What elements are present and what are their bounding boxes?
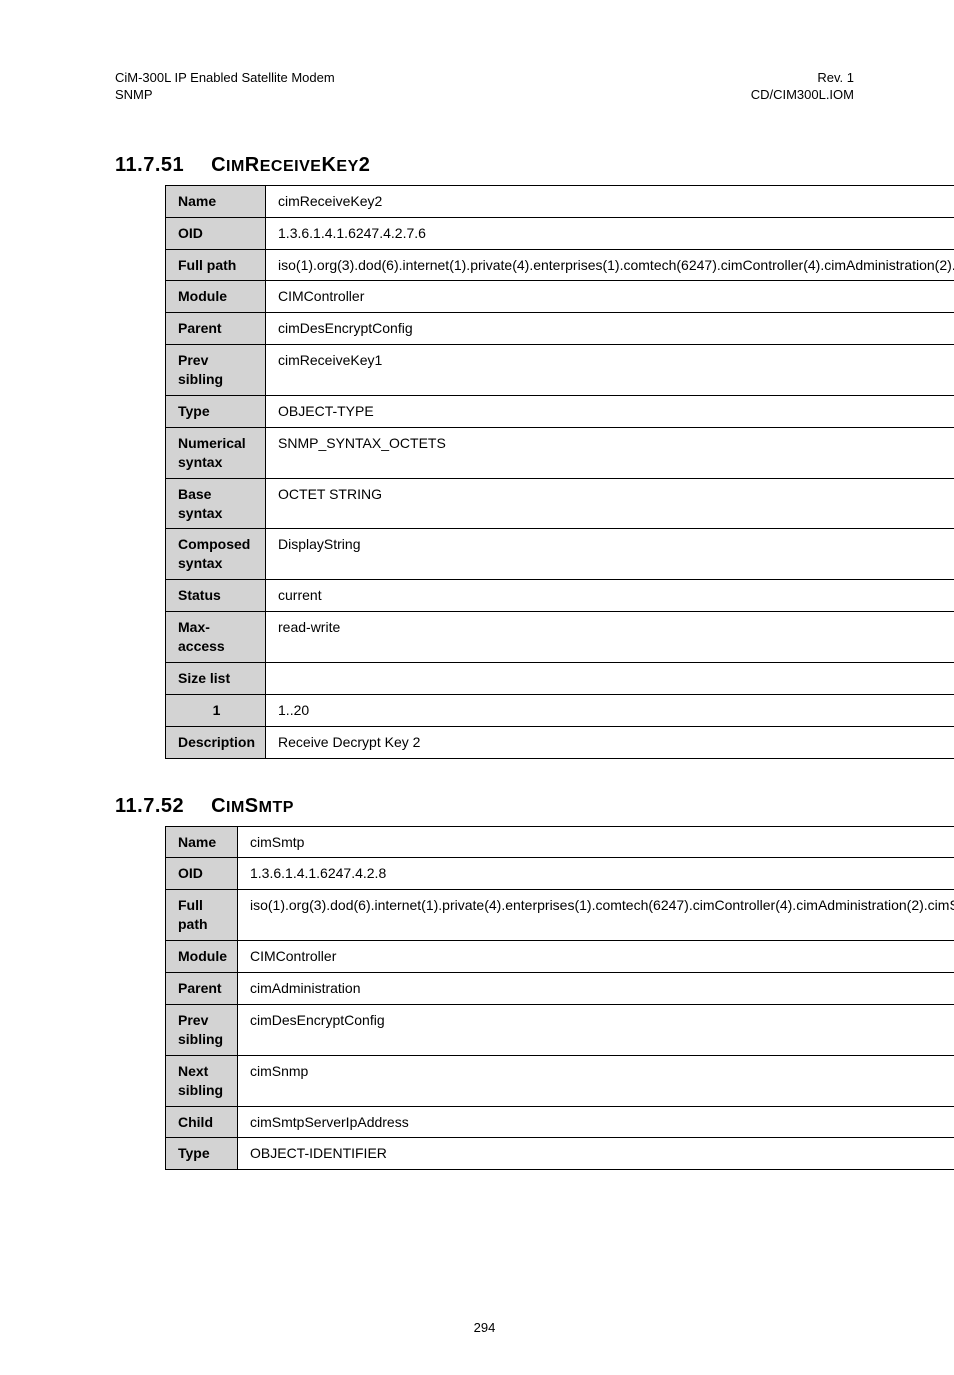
row-label: Full path [166,890,238,941]
row-value: OBJECT-TYPE [266,396,954,428]
table-row: DescriptionReceive Decrypt Key 2 [166,726,954,758]
table-row: ModuleCIMController [166,281,954,313]
table-row: ParentcimDesEncryptConfig [166,313,954,345]
row-value: CIMController [266,281,954,313]
table-row: Composed syntaxDisplayString [166,529,954,580]
row-value: read-write [266,612,954,663]
row-value: cimSmtpServerIpAddress [238,1106,954,1138]
row-value: 1.3.6.1.4.1.6247.4.2.8 [238,858,954,890]
page-header: CiM-300L IP Enabled Satellite Modem SNMP… [115,70,854,104]
table-row: Base syntaxOCTET STRING [166,478,954,529]
table-row: ParentcimAdministration [166,973,954,1005]
row-value: iso(1).org(3).dod(6).internet(1).private… [238,890,954,941]
header-left-line2: SNMP [115,87,335,104]
table-row: Prev siblingcimReceiveKey1 [166,345,954,396]
section-number: 11.7.52 [115,795,205,818]
table-row: ModuleCIMController [166,941,954,973]
table-row: Max-accessread-write [166,612,954,663]
table-row: Statuscurrent [166,580,954,612]
header-right-line1: Rev. 1 [751,70,854,87]
section-title: CIMRECEIVEKEY2 [211,154,370,176]
table-row: Next siblingcimSnmp [166,1055,954,1106]
row-label: Parent [166,313,266,345]
row-label: Prev sibling [166,345,266,396]
table-row: TypeOBJECT-IDENTIFIER [166,1138,954,1170]
row-label: Next sibling [166,1055,238,1106]
row-label: Base syntax [166,478,266,529]
row-label: Name [166,826,238,858]
row-value [266,662,954,694]
definition-table: NamecimSmtpOID1.3.6.1.4.1.6247.4.2.8Full… [165,826,954,1171]
row-label: Module [166,941,238,973]
table-row: Full pathiso(1).org(3).dod(6).internet(1… [166,890,954,941]
table-row: ChildcimSmtpServerIpAddress [166,1106,954,1138]
row-value: SNMP_SYNTAX_OCTETS [266,427,954,478]
row-label: Type [166,1138,238,1170]
row-label: Type [166,396,266,428]
row-value: cimSmtp [238,826,954,858]
row-label: OID [166,217,266,249]
row-label: Parent [166,973,238,1005]
row-label: Module [166,281,266,313]
row-label: Name [166,185,266,217]
row-label: Status [166,580,266,612]
row-value: 1.3.6.1.4.1.6247.4.2.7.6 [266,217,954,249]
row-value: current [266,580,954,612]
definition-table: NamecimReceiveKey2OID1.3.6.1.4.1.6247.4.… [165,185,954,759]
header-left: CiM-300L IP Enabled Satellite Modem SNMP [115,70,335,104]
row-value: cimDesEncryptConfig [266,313,954,345]
table-row: Size list [166,662,954,694]
row-label: Full path [166,249,266,281]
row-value: cimReceiveKey1 [266,345,954,396]
table-row: Prev siblingcimDesEncryptConfig [166,1004,954,1055]
table-row: OID1.3.6.1.4.1.6247.4.2.7.6 [166,217,954,249]
row-label: Child [166,1106,238,1138]
row-label: Description [166,726,266,758]
row-label: Numerical syntax [166,427,266,478]
row-value: 1..20 [266,694,954,726]
row-label: OID [166,858,238,890]
row-value: cimReceiveKey2 [266,185,954,217]
table-row: OID1.3.6.1.4.1.6247.4.2.8 [166,858,954,890]
section-title: CIMSMTP [211,795,294,817]
row-value: DisplayString [266,529,954,580]
section-number: 11.7.51 [115,154,205,177]
row-label: Prev sibling [166,1004,238,1055]
row-value: cimDesEncryptConfig [238,1004,954,1055]
table-row: NamecimReceiveKey2 [166,185,954,217]
header-left-line1: CiM-300L IP Enabled Satellite Modem [115,70,335,87]
header-right-line2: CD/CIM300L.IOM [751,87,854,104]
section-heading: 11.7.51 CIMRECEIVEKEY2 [115,154,854,177]
row-label: 1 [166,694,266,726]
table-row: Numerical syntaxSNMP_SYNTAX_OCTETS [166,427,954,478]
table-row: NamecimSmtp [166,826,954,858]
row-value: CIMController [238,941,954,973]
row-value: cimAdministration [238,973,954,1005]
row-value: cimSnmp [238,1055,954,1106]
table-row: TypeOBJECT-TYPE [166,396,954,428]
row-label: Max-access [166,612,266,663]
table-row: 11..20 [166,694,954,726]
row-value: Receive Decrypt Key 2 [266,726,954,758]
section-heading: 11.7.52 CIMSMTP [115,795,854,818]
page: CiM-300L IP Enabled Satellite Modem SNMP… [0,0,954,1375]
row-value: OBJECT-IDENTIFIER [238,1138,954,1170]
table-row: Full pathiso(1).org(3).dod(6).internet(1… [166,249,954,281]
row-label: Composed syntax [166,529,266,580]
page-number: 294 [115,1320,854,1335]
header-right: Rev. 1 CD/CIM300L.IOM [751,70,854,104]
row-value: iso(1).org(3).dod(6).internet(1).private… [266,249,954,281]
row-label: Size list [166,662,266,694]
row-value: OCTET STRING [266,478,954,529]
